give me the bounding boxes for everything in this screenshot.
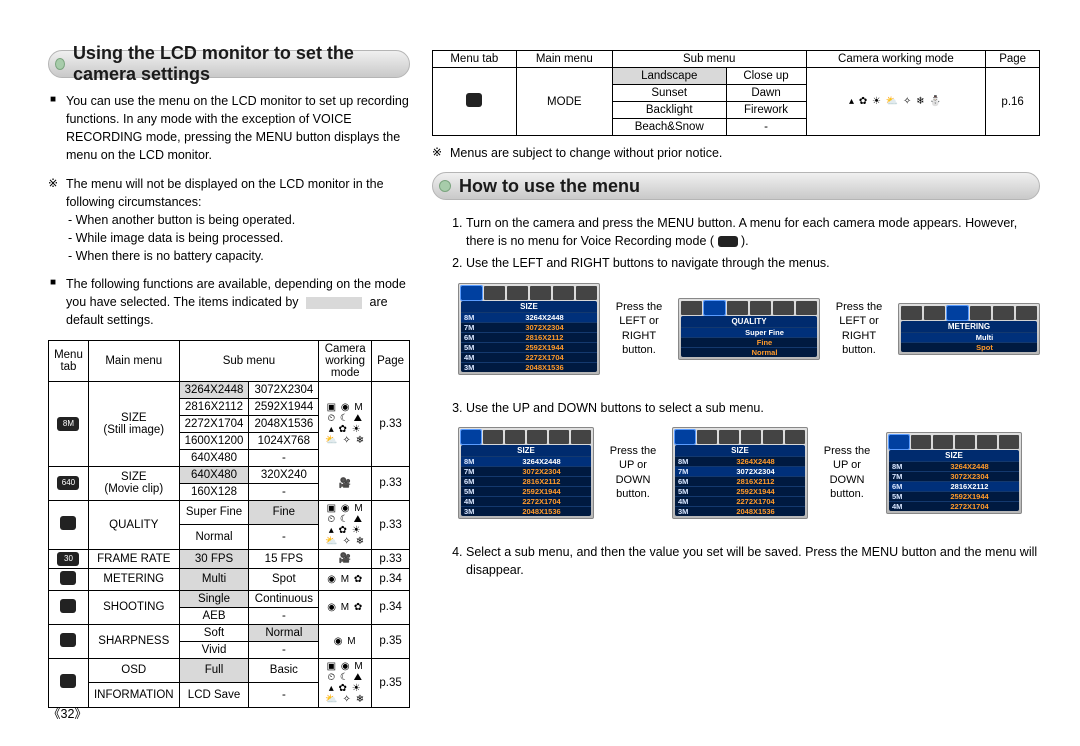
intro-sub-2: - While image data is being processed. xyxy=(68,229,410,247)
quality-icon xyxy=(60,516,76,530)
page-number: 《32》 xyxy=(48,703,87,722)
settings-table: Menu tab Main menu Sub menu Camera worki… xyxy=(48,340,410,708)
voice-mode-icon xyxy=(718,236,738,247)
lcd-size-a: SIZE 8M3264X2448 7M3072X2304 6M2816X2112… xyxy=(458,427,594,519)
intro-bullet-1: You can use the menu on the LCD monitor … xyxy=(66,92,410,165)
step-3: Use the UP and DOWN buttons to select a … xyxy=(466,399,1040,417)
mode-tab-icon xyxy=(466,93,482,107)
icon-size-still: 8M xyxy=(49,381,89,466)
note-change: Menus are subject to change without prio… xyxy=(450,144,1040,162)
step-1: Turn on the camera and press the MENU bu… xyxy=(466,214,1040,250)
right-column: Menu tab Main menu Sub menu Camera worki… xyxy=(432,50,1040,708)
main-size-still: SIZE(Still image) xyxy=(88,381,179,466)
hint-left-right: Press the LEFT or RIGHT button. xyxy=(608,300,670,357)
left-column: Using the LCD monitor to set the camera … xyxy=(48,50,410,708)
heading-text: How to use the menu xyxy=(459,176,640,197)
lcd-size-b: SIZE 8M3264X2448 7M3072X2304 6M2816X2112… xyxy=(672,427,808,519)
heading-bullet-icon xyxy=(55,58,65,70)
osd-icon xyxy=(60,674,76,688)
mode-icons-still: ▣ ◉ M ⏲ ☾ ⛰ ▴ ✿ ☀ ⛅ ✧ ❄ xyxy=(319,381,372,466)
mode-table: Menu tab Main menu Sub menu Camera worki… xyxy=(432,50,1040,136)
lcd-row-lr: SIZE 8M3264X2448 7M3072X2304 6M2816X2112… xyxy=(458,283,1040,375)
th-main-menu: Main menu xyxy=(88,340,179,381)
th-page: Page xyxy=(372,340,410,381)
default-swatch-icon xyxy=(306,297,362,309)
sharpness-icon xyxy=(60,633,76,647)
intro-note: The menu will not be displayed on the LC… xyxy=(66,175,410,266)
heading-how-to-use: How to use the menu xyxy=(432,172,1040,200)
intro-sub-1: - When another button is being operated. xyxy=(68,211,410,229)
metering-icon xyxy=(60,571,76,585)
intro-bullet-2: The following functions are available, d… xyxy=(66,275,410,329)
step-2: Use the LEFT and RIGHT buttons to naviga… xyxy=(466,254,1040,272)
intro-sub-3: - When there is no battery capacity. xyxy=(68,247,410,265)
lcd-row-ud: SIZE 8M3264X2448 7M3072X2304 6M2816X2112… xyxy=(458,427,1040,519)
intro-note-text: The menu will not be displayed on the LC… xyxy=(66,177,384,209)
hint-left-right-2: Press the LEFT or RIGHT button. xyxy=(828,300,890,357)
th-menu-tab: Menu tab xyxy=(49,340,89,381)
step-4: Select a sub menu, and then the value yo… xyxy=(466,543,1040,579)
lcd-size-c: SIZE 8M3264X2448 7M3072X2304 6M2816X2112… xyxy=(886,432,1022,514)
lcd-size: SIZE 8M3264X2448 7M3072X2304 6M2816X2112… xyxy=(458,283,600,375)
hint-up-down: Press the UP or DOWN button. xyxy=(602,444,664,501)
th-sub-menu: Sub menu xyxy=(179,340,319,381)
heading-bullet-icon xyxy=(439,180,451,192)
heading-text: Using the LCD monitor to set the camera … xyxy=(73,43,409,85)
lcd-metering: METERING Multi Spot xyxy=(898,303,1040,355)
hint-up-down-2: Press the UP or DOWN button. xyxy=(816,444,878,501)
shooting-icon xyxy=(60,599,76,613)
th-mode: Camera working mode xyxy=(319,340,372,381)
heading-lcd-settings: Using the LCD monitor to set the camera … xyxy=(48,50,410,78)
lcd-quality: QUALITY Super Fine Fine Normal xyxy=(678,298,820,360)
